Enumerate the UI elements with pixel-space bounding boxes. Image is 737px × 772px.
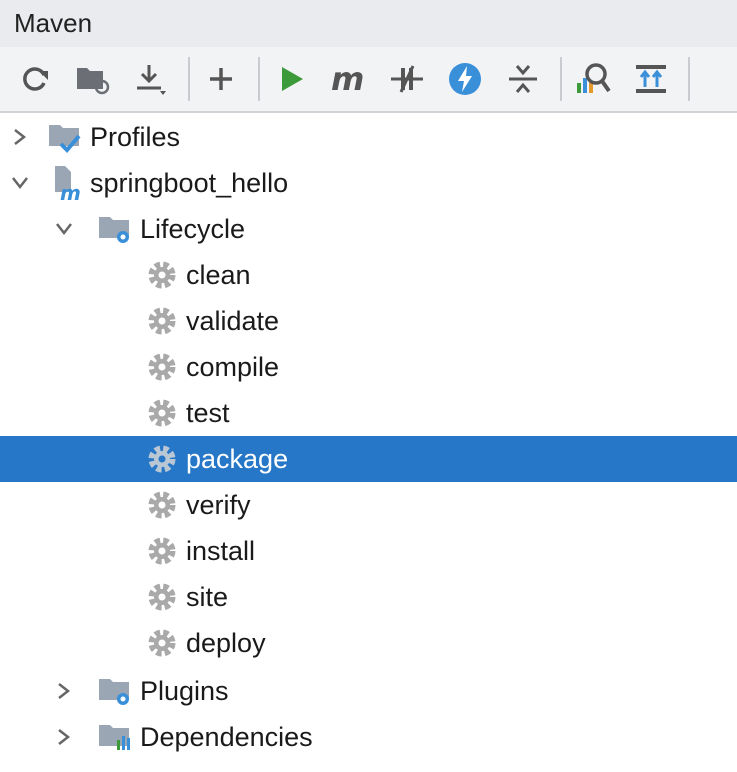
analyze-dependencies-button[interactable] [572, 56, 614, 102]
goal-label: install [186, 535, 256, 566]
gear-icon [146, 581, 178, 613]
gear-icon [146, 259, 178, 291]
lifecycle-goal-compile[interactable]: compile [0, 344, 737, 390]
tree-node-profiles[interactable]: Profiles [0, 114, 737, 160]
run-icon [282, 67, 303, 91]
maven-toolbar: m [0, 47, 737, 113]
tree-node-project[interactable]: m springboot_hello [0, 160, 737, 206]
lifecycle-goal-install[interactable]: install [0, 528, 737, 574]
goal-label: deploy [186, 627, 266, 658]
lifecycle-goal-verify[interactable]: verify [0, 482, 737, 528]
skip-tests-icon [449, 63, 481, 95]
generate-sources-icon [77, 68, 110, 95]
execute-goal-icon: m [331, 62, 364, 96]
show-dependencies-button[interactable] [630, 56, 672, 102]
execute-goal-button[interactable]: m [328, 56, 370, 102]
goal-label: site [186, 581, 229, 612]
chevron-right-icon[interactable] [50, 677, 78, 705]
gear-icon [146, 627, 178, 659]
tree-node-label: Dependencies [140, 721, 313, 752]
lifecycle-goal-validate[interactable]: validate [0, 298, 737, 344]
toolbar-separator [560, 57, 562, 101]
goal-label: validate [186, 305, 280, 336]
gear-icon [146, 489, 178, 521]
panel-title-bar: Maven [0, 0, 737, 47]
svg-text:m: m [331, 62, 364, 96]
tree-node-label: Plugins [140, 675, 229, 706]
chevron-down-icon[interactable] [50, 215, 78, 243]
reload-icon [23, 67, 48, 91]
gear-icon [146, 535, 178, 567]
profiles-folder-icon [46, 117, 86, 157]
goal-label: clean [186, 259, 251, 290]
skip-tests-button[interactable] [444, 56, 486, 102]
download-icon [137, 65, 166, 95]
dependencies-folder-icon [96, 717, 136, 757]
toolbar-separator [258, 57, 260, 101]
chevron-down-icon[interactable] [6, 169, 34, 197]
analyze-dependencies-icon [577, 63, 611, 93]
gear-icon [146, 443, 178, 475]
maven-project-icon: m [46, 163, 86, 203]
collapse-icon [509, 65, 537, 93]
goal-label: verify [186, 489, 251, 520]
show-dependencies-icon [636, 65, 666, 93]
chevron-right-icon[interactable] [50, 723, 78, 751]
lifecycle-folder-icon [96, 209, 136, 249]
tree-node-plugins[interactable]: Plugins [0, 668, 737, 714]
gear-icon [146, 305, 178, 337]
tree-node-lifecycle[interactable]: Lifecycle [0, 206, 737, 252]
tree-node-label: Profiles [90, 121, 181, 152]
lifecycle-goal-package[interactable]: package [0, 436, 737, 482]
add-icon [210, 68, 232, 90]
toolbar-separator [688, 57, 690, 101]
tree-node-label: Lifecycle [140, 213, 246, 244]
tree-node-dependencies[interactable]: Dependencies [0, 714, 737, 760]
toggle-offline-button[interactable] [386, 56, 428, 102]
goal-label: compile [186, 351, 280, 382]
svg-text:m: m [60, 181, 81, 202]
chevron-right-icon[interactable] [6, 123, 34, 151]
plugins-folder-icon [96, 671, 136, 711]
reload-button[interactable] [14, 56, 56, 102]
lifecycle-goal-deploy[interactable]: deploy [0, 620, 737, 666]
gear-icon [146, 351, 178, 383]
goal-label: package [186, 443, 289, 474]
generate-sources-button[interactable] [72, 56, 114, 102]
panel-title: Maven [14, 8, 93, 38]
gear-icon [146, 397, 178, 429]
lifecycle-goal-site[interactable]: site [0, 574, 737, 620]
tree-node-label: springboot_hello [90, 167, 289, 198]
lifecycle-goal-test[interactable]: test [0, 390, 737, 436]
run-button[interactable] [270, 56, 312, 102]
lifecycle-goal-clean[interactable]: clean [0, 252, 737, 298]
collapse-all-button[interactable] [502, 56, 544, 102]
goal-label: test [186, 397, 230, 428]
add-project-button[interactable] [200, 56, 242, 102]
toggle-offline-icon [391, 65, 423, 93]
download-sources-button[interactable] [130, 56, 172, 102]
toolbar-separator [188, 57, 190, 101]
